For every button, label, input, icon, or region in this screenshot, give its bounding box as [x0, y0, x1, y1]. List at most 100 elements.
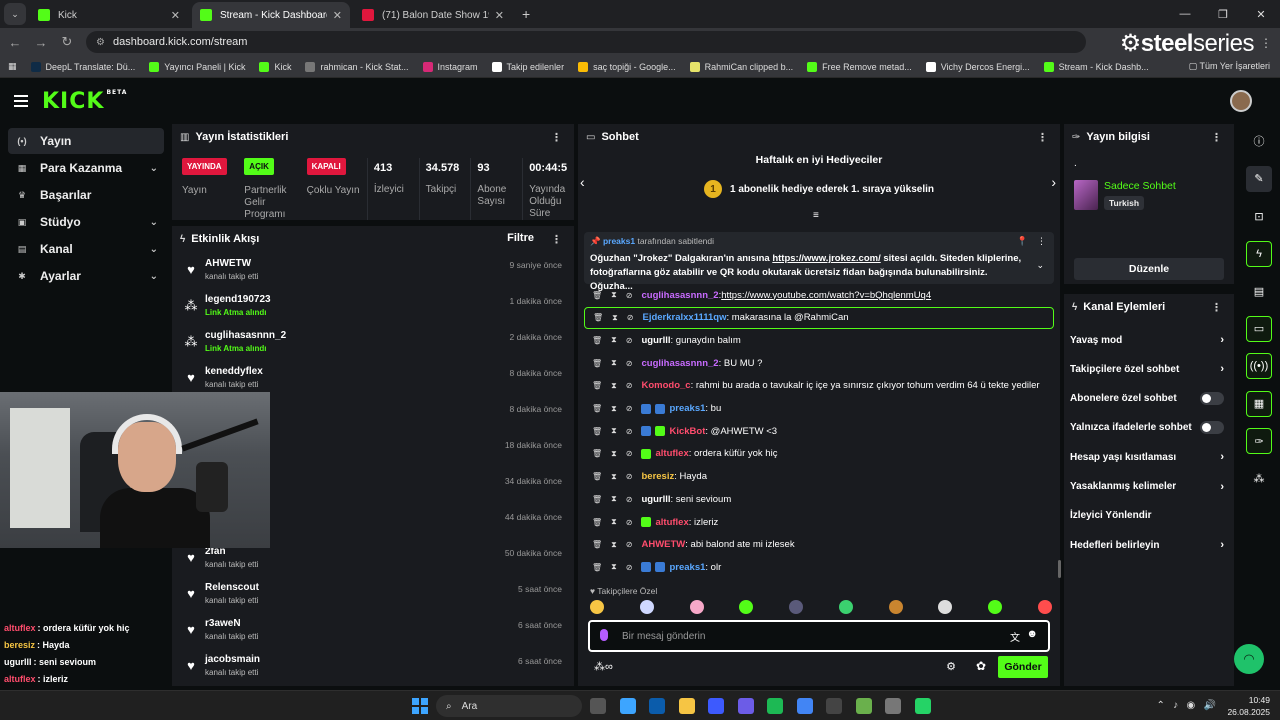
chat-emote-icon[interactable]: ✿ [976, 659, 986, 673]
chevron-down-icon[interactable]: ⌄ [150, 217, 158, 228]
timeout-icon[interactable]: ⧗ [612, 313, 618, 323]
channel-action-row[interactable]: Hesap yaşı kısıtlaması › [1070, 447, 1228, 467]
emote-icon[interactable] [888, 600, 903, 614]
info-menu-icon[interactable]: ⋮ [1211, 131, 1222, 144]
taskbar-app-icon[interactable] [649, 698, 665, 714]
system-tray-icons[interactable]: ⌃ ♪ ◉ 🔊 [1156, 700, 1216, 711]
ban-icon[interactable]: ⊘ [626, 472, 633, 481]
bookmark-item[interactable]: Yayıncı Paneli | Kick [149, 61, 245, 72]
actions-menu-icon[interactable]: ⋮ [1211, 301, 1222, 314]
timeout-icon[interactable]: ⧗ [611, 381, 617, 391]
taskbar-app-icon[interactable] [796, 698, 813, 714]
emote-icon[interactable] [590, 600, 604, 614]
chat-username[interactable]: beresiz [641, 471, 674, 482]
tab-close-icon[interactable]: ✕ [495, 9, 504, 22]
tab-close-icon[interactable]: ✕ [333, 9, 342, 22]
menu-icon[interactable] [14, 92, 28, 110]
ban-icon[interactable]: ⊘ [626, 449, 633, 458]
sidebar-item[interactable]: (•) Yayın [8, 128, 164, 154]
chevron-down-icon[interactable]: ⌄ [150, 244, 158, 255]
bookmark-item[interactable]: saç topiği - Google... [578, 61, 676, 72]
ban-icon[interactable]: ⊘ [626, 540, 633, 549]
chat-settings-icon[interactable]: ⚙ [946, 660, 956, 673]
sidebar-item[interactable]: ▣ Stüdyo ⌄ [8, 209, 164, 235]
emote-icon[interactable] [938, 600, 953, 614]
delete-icon[interactable]: 🗑 [592, 449, 602, 458]
emote-icon[interactable] [689, 600, 704, 614]
channel-action-row[interactable]: Yasaklanmış kelimeler › [1070, 477, 1228, 497]
send-button[interactable]: Gönder [998, 656, 1048, 678]
delete-icon[interactable]: 🗑 [592, 291, 602, 300]
delete-icon[interactable]: 🗑 [592, 427, 602, 436]
sidebar-item[interactable]: ♛ Başarılar [8, 182, 164, 208]
pinned-link[interactable]: https://www.jrokez.com/ [772, 253, 880, 264]
bookmark-item[interactable]: DeepL Translate: Dü... [30, 61, 135, 72]
document-icon[interactable]: ▤ [1246, 278, 1272, 304]
avatar[interactable] [1230, 90, 1252, 112]
apps-icon[interactable]: ▦ [8, 61, 17, 72]
translate-icon[interactable]: 文 [1010, 629, 1020, 644]
info-icon[interactable]: ⓘ [1246, 128, 1272, 154]
taskbar-app-icon[interactable] [914, 698, 931, 714]
timeout-icon[interactable]: ⧗ [611, 358, 617, 368]
microphone-icon[interactable] [600, 629, 608, 641]
sidebar-item[interactable]: ✱ Ayarlar ⌄ [8, 263, 164, 289]
chat-scrollbar[interactable] [1058, 560, 1061, 578]
lightning-icon[interactable]: ϟ [1246, 240, 1272, 267]
all-bookmarks-link[interactable]: ▢ Tüm Yer İşaretleri [1189, 61, 1270, 72]
ban-icon[interactable]: ⊘ [626, 495, 633, 504]
bookmark-item[interactable]: Vichy Dercos Energi... [925, 61, 1030, 72]
taskbar-app-icon[interactable] [737, 698, 754, 714]
delete-icon[interactable]: 🗑 [592, 336, 602, 345]
close-icon[interactable]: ✕ [1242, 0, 1280, 28]
support-chat-icon[interactable]: ◠ [1234, 644, 1264, 674]
emote-icon[interactable] [988, 600, 1003, 614]
category-link[interactable]: Sadece Sohbet [1104, 180, 1176, 192]
timeout-icon[interactable]: ⧗ [611, 540, 617, 550]
unpin-icon[interactable]: 📍 [1017, 236, 1028, 247]
ban-icon[interactable]: ⊘ [626, 291, 633, 300]
chevron-right-icon[interactable]: › [1220, 334, 1224, 346]
windows-start-icon[interactable] [412, 698, 428, 714]
emote-icon[interactable] [1037, 600, 1052, 614]
ban-icon[interactable]: ⊘ [626, 404, 633, 413]
channel-action-row[interactable]: Takipçilere özel sohbet › [1070, 359, 1228, 379]
taskbar-clock[interactable]: 10:49 26.08.2025 [1227, 694, 1270, 718]
taskbar-app-icon[interactable] [678, 698, 695, 714]
timeout-icon[interactable]: ⧗ [611, 449, 617, 459]
chat-username[interactable]: ugurlll [641, 494, 670, 505]
ban-icon[interactable]: ⊘ [626, 427, 633, 436]
sidebar-item[interactable]: ▤ Kanal ⌄ [8, 236, 164, 262]
tab-search-button[interactable]: ⌄ [4, 3, 26, 25]
browser-tab[interactable]: (71) Balon Date Show 19. Bölüm ✕ [354, 2, 512, 28]
timeout-icon[interactable]: ⧗ [611, 290, 617, 300]
ban-icon[interactable]: ⊘ [626, 518, 633, 527]
channel-action-row[interactable]: Abonelere özel sohbet [1070, 389, 1228, 409]
new-tab-button[interactable]: + [522, 6, 530, 22]
browser-tab[interactable]: Kick ✕ [30, 2, 188, 28]
delete-icon[interactable]: 🗑 [592, 540, 602, 549]
emote-picker-icon[interactable]: ☻ [1026, 628, 1038, 640]
bookmark-item[interactable]: Stream - Kick Dashb... [1043, 61, 1149, 72]
timeout-icon[interactable]: ⧗ [611, 472, 617, 482]
taskbar-app-icon[interactable] [708, 698, 724, 714]
chevron-right-icon[interactable]: › [1220, 363, 1224, 375]
layout-icon[interactable]: ▦ [1246, 390, 1272, 417]
filter-button[interactable]: Filtre [507, 232, 534, 244]
ban-icon[interactable]: ⊘ [626, 336, 633, 345]
timeout-icon[interactable]: ⧗ [611, 494, 617, 504]
ban-icon[interactable]: ⊘ [627, 313, 634, 322]
bookmark-item[interactable]: Takip edilenler [491, 61, 564, 72]
toggle-switch[interactable] [1200, 392, 1224, 406]
site-info-icon[interactable]: ⚙ [96, 37, 105, 48]
broadcast-icon[interactable]: ((•)) [1246, 353, 1272, 379]
taskbar-app-icon[interactable] [826, 698, 842, 714]
delete-icon[interactable]: 🗑 [593, 313, 603, 322]
taskbar-app-icon[interactable] [855, 698, 872, 714]
ban-icon[interactable]: ⊘ [626, 381, 633, 390]
delete-icon[interactable]: 🗑 [592, 472, 602, 481]
bookmark-item[interactable]: Instagram [422, 61, 478, 72]
back-icon[interactable]: ← [4, 35, 26, 50]
delete-icon[interactable]: 🗑 [592, 518, 602, 527]
bookmark-item[interactable]: Free Remove metad... [807, 61, 912, 72]
